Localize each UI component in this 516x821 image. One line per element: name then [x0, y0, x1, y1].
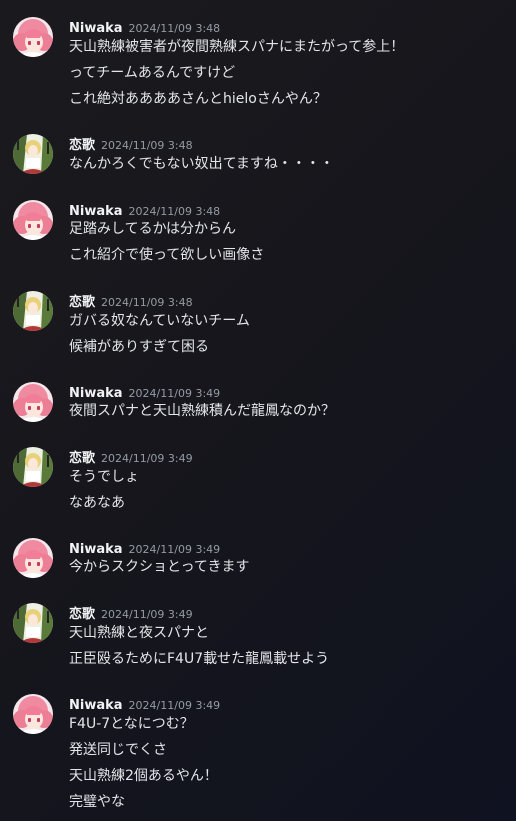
renka-avatar[interactable] [13, 291, 53, 331]
timestamp: 2024/11/09 3:49 [101, 608, 193, 621]
message-text: 夜間スパナと天山熟練積んだ龍鳳なのか？ [69, 403, 335, 419]
niwaka-avatar[interactable] [13, 17, 53, 57]
username[interactable]: 恋歌 [69, 451, 95, 466]
renka-avatar[interactable] [13, 447, 53, 487]
message-header: 恋歌 2024/11/09 3:48 [69, 134, 193, 153]
timestamp: 2024/11/09 3:48 [128, 205, 221, 218]
username[interactable]: 恋歌 [69, 295, 95, 310]
message-text: 天山熟練被害者が夜間熟練スパナにまたがって参上！ [69, 39, 405, 55]
message-text: 発送同じでくさ [69, 742, 167, 758]
message-text: 天山熟練と夜スパナと [69, 625, 209, 641]
message-header: Niwaka 2024/11/09 3:49 [69, 694, 221, 713]
timestamp: 2024/11/09 3:49 [128, 387, 221, 400]
username[interactable]: Niwaka [69, 204, 123, 219]
username[interactable]: Niwaka [69, 21, 123, 36]
message-text: ガバる奴なんていないチーム [69, 313, 250, 329]
message-header: Niwaka 2024/11/09 3:48 [69, 17, 221, 36]
username[interactable]: 恋歌 [69, 138, 95, 153]
message-text: ってチームあるんですけど [69, 65, 236, 81]
message-text: F4U-7となにつむ？ [69, 716, 194, 732]
message-header: 恋歌 2024/11/09 3:49 [69, 447, 193, 466]
message-text: なあなあ [69, 495, 125, 511]
niwaka-avatar[interactable] [13, 694, 53, 734]
message-header: 恋歌 2024/11/09 3:49 [69, 603, 193, 622]
message-header: Niwaka 2024/11/09 3:49 [69, 538, 221, 557]
timestamp: 2024/11/09 3:49 [101, 452, 193, 465]
timestamp: 2024/11/09 3:49 [128, 543, 221, 556]
message-header: 恋歌 2024/11/09 3:48 [69, 291, 193, 310]
message-text: これ紹介で使って欲しい画像さ [69, 247, 265, 263]
username[interactable]: Niwaka [69, 698, 123, 713]
timestamp: 2024/11/09 3:49 [128, 699, 221, 712]
renka-avatar[interactable] [13, 134, 53, 174]
message-header: Niwaka 2024/11/09 3:49 [69, 382, 221, 401]
message-text: 完璧やな [69, 794, 125, 810]
username[interactable]: 恋歌 [69, 607, 95, 622]
message-text: そうでしょ [69, 469, 139, 485]
message-text: なんかろくでもない奴出てますね・・・・ [69, 156, 334, 172]
message-text: 候補がありすぎて困る [69, 339, 209, 355]
renka-avatar[interactable] [13, 603, 53, 643]
username[interactable]: Niwaka [69, 542, 123, 557]
username[interactable]: Niwaka [69, 386, 123, 401]
message-text: 足踏みしてるかは分からん [69, 221, 237, 237]
niwaka-avatar[interactable] [13, 538, 53, 578]
timestamp: 2024/11/09 3:48 [101, 139, 193, 152]
message-text: 天山熟練2個あるやん！ [69, 768, 218, 784]
message-header: Niwaka 2024/11/09 3:48 [69, 200, 221, 219]
message-text: 正臣殴るためにF4U7載せた龍鳳載せよう [69, 651, 330, 667]
message-text: これ絶対ああああさんとhieloさんやん？ [69, 91, 327, 107]
message-text: 今からスクショとってきます [69, 559, 250, 575]
timestamp: 2024/11/09 3:48 [128, 22, 221, 35]
niwaka-avatar[interactable] [13, 200, 53, 240]
chat-message-list: Niwaka 2024/11/09 3:48 天山熟練被害者が夜間熟練スパナにまた… [0, 0, 516, 821]
niwaka-avatar[interactable] [13, 382, 53, 422]
timestamp: 2024/11/09 3:48 [101, 296, 193, 309]
